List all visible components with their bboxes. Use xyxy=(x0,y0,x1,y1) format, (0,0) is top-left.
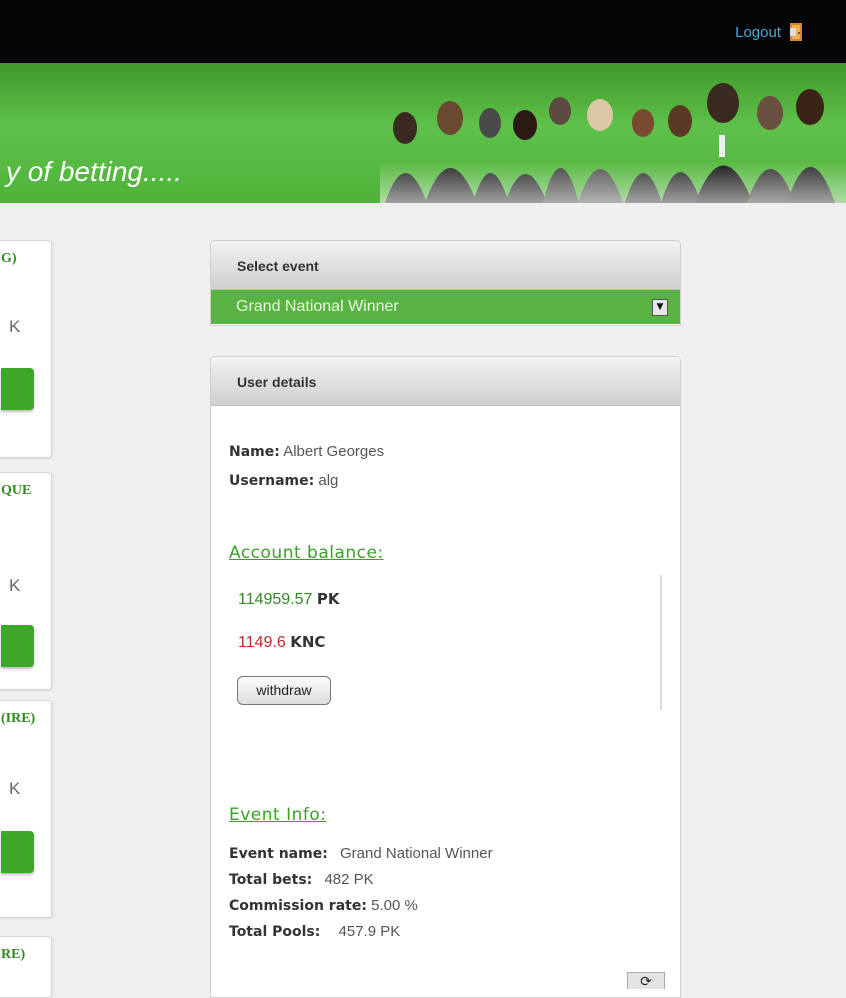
event-info-value: 482 PK xyxy=(324,871,374,888)
user-details-heading: User details xyxy=(237,374,317,390)
event-info-row: Total bets: 482 PK xyxy=(229,871,374,888)
door-exit-icon[interactable] xyxy=(788,22,806,42)
event-info-heading[interactable]: Event Info: xyxy=(229,805,327,825)
left-card-unit: K xyxy=(9,576,21,595)
username-value: alg xyxy=(318,472,339,489)
left-card-3: (IRE) K xyxy=(0,700,52,918)
logout-link[interactable]: Logout xyxy=(735,24,781,41)
event-info-label: Event name: xyxy=(229,846,328,862)
left-card-title: (IRE) xyxy=(1,711,36,726)
username-label: Username: xyxy=(229,473,315,489)
left-card-title: RE) xyxy=(1,947,26,962)
left-card-unit: K xyxy=(9,317,21,336)
event-info-value: Grand National Winner xyxy=(340,845,493,862)
event-info-label: Total Pools: xyxy=(229,924,321,940)
username-row: Username: alg xyxy=(229,472,338,489)
hero-banner: y of betting..... xyxy=(0,63,846,203)
event-info-row: Total Pools: 457.9 PK xyxy=(229,923,400,940)
left-card-1: G) K xyxy=(0,240,52,458)
banner-tagline: y of betting..... xyxy=(6,156,182,187)
select-event-heading: Select event xyxy=(237,258,319,274)
select-event-panel: Select event Grand National Winner ▼ xyxy=(210,240,681,326)
left-card-title: G) xyxy=(1,251,17,266)
balance-unit: PK xyxy=(316,590,340,608)
event-select-value: Grand National Winner xyxy=(236,298,399,315)
select-event-header: Select event xyxy=(211,241,680,290)
left-card-unit: K xyxy=(9,779,21,798)
event-info-value: 5.00 % xyxy=(371,897,418,914)
top-bar: Logout xyxy=(0,0,846,63)
event-select[interactable]: Grand National Winner ▼ xyxy=(211,290,680,324)
dropdown-arrow-icon[interactable]: ▼ xyxy=(652,299,668,316)
balance-row-pk: 114959.57 PK xyxy=(238,590,340,609)
left-card-4: RE) xyxy=(0,936,52,998)
left-card-2: QUE K xyxy=(0,472,52,690)
balance-row-knc: 1149.6 KNC xyxy=(238,633,325,652)
balance-amount: 114959.57 xyxy=(238,591,313,608)
user-details-header: User details xyxy=(211,357,680,406)
name-row: Name: Albert Georges xyxy=(229,443,384,460)
event-info-label: Commission rate: xyxy=(229,898,367,914)
balance-divider xyxy=(660,575,662,710)
event-info-row: Commission rate: 5.00 % xyxy=(229,897,418,914)
withdraw-button[interactable]: withdraw xyxy=(237,676,331,705)
left-card-button[interactable] xyxy=(1,625,34,667)
refresh-icon[interactable]: ⟳ xyxy=(627,972,665,989)
event-info-value: 457.9 PK xyxy=(338,923,401,940)
event-info-label: Total bets: xyxy=(229,872,313,888)
balance-amount: 1149.6 xyxy=(238,634,286,651)
balance-unit: KNC xyxy=(290,633,326,651)
left-card-button[interactable] xyxy=(1,368,34,410)
name-value: Albert Georges xyxy=(283,443,385,460)
left-card-title: QUE xyxy=(1,483,32,498)
name-label: Name: xyxy=(229,444,280,460)
left-card-button[interactable] xyxy=(1,831,34,873)
account-balance-heading[interactable]: Account balance: xyxy=(229,543,384,563)
banner-fade xyxy=(380,161,846,203)
event-info-row: Event name: Grand National Winner xyxy=(229,845,493,862)
